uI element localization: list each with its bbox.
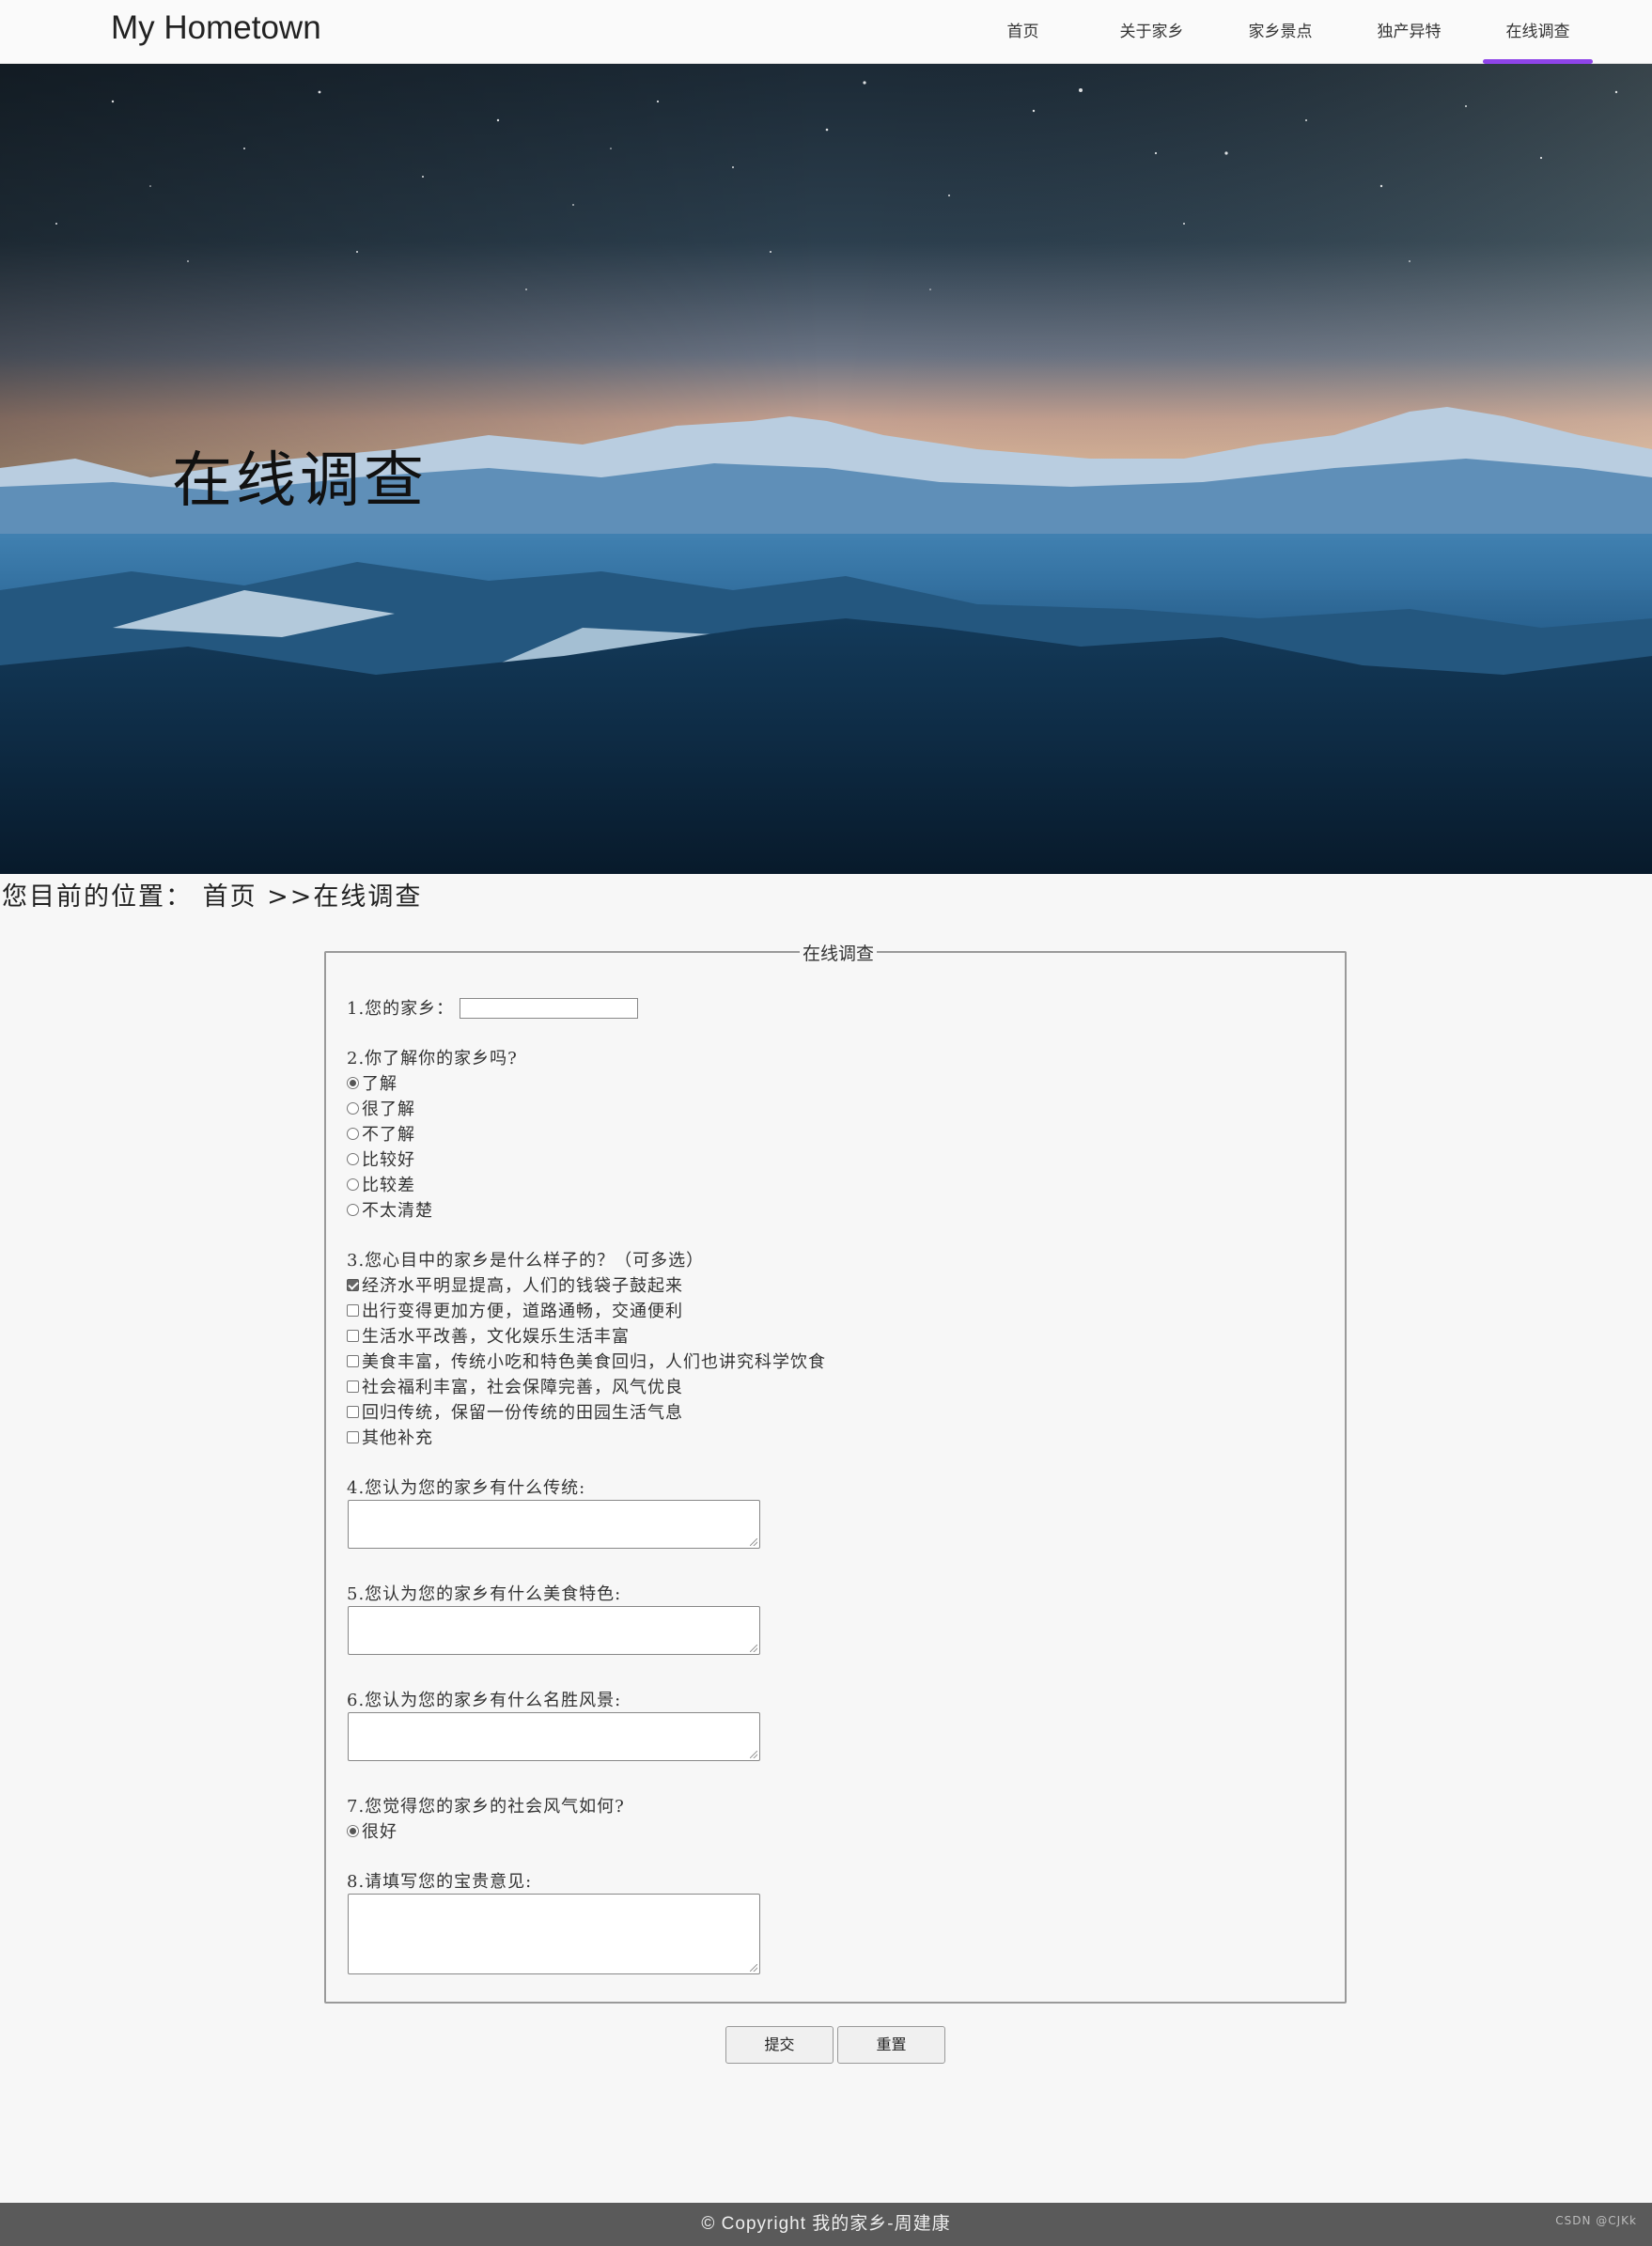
- checkbox[interactable]: [347, 1380, 359, 1393]
- radio-button[interactable]: [347, 1076, 359, 1089]
- main-nav: 首页 关于家乡 家乡景点 独产异特 在线调查: [958, 0, 1602, 64]
- scenery-textarea[interactable]: [348, 1712, 760, 1761]
- radio-button[interactable]: [347, 1152, 359, 1165]
- hometown-input[interactable]: [460, 998, 638, 1019]
- q2-option[interactable]: 不了解: [347, 1121, 415, 1146]
- survey-legend: 在线调查: [800, 940, 878, 965]
- nav-item-home[interactable]: 首页: [958, 0, 1087, 64]
- checkbox[interactable]: [347, 1303, 359, 1317]
- radio-button[interactable]: [347, 1824, 359, 1837]
- site-logo[interactable]: My Hometown: [111, 9, 321, 47]
- reset-button[interactable]: 重置: [837, 2026, 945, 2064]
- q1-label: 1.您的家乡：: [347, 999, 455, 1019]
- q2-label: 2.你了解你的家乡吗?: [347, 1049, 518, 1068]
- footer: © Copyright 我的家乡-周建康 CSDN @CJKk: [0, 2203, 1652, 2246]
- nav-item-survey[interactable]: 在线调查: [1473, 0, 1602, 64]
- q3-option[interactable]: 社会福利丰富，社会保障完善，风气优良: [347, 1374, 683, 1398]
- q2-option[interactable]: 比较好: [347, 1146, 415, 1171]
- q7-label: 7.您觉得您的家乡的社会风气如何?: [347, 1797, 625, 1817]
- opinion-textarea[interactable]: [348, 1894, 760, 1974]
- q2-option[interactable]: 不太清楚: [347, 1197, 433, 1222]
- radio-button[interactable]: [347, 1127, 359, 1140]
- nav-item-about[interactable]: 关于家乡: [1087, 0, 1216, 64]
- radio-button[interactable]: [347, 1178, 359, 1191]
- checkbox[interactable]: [347, 1278, 359, 1291]
- q4-label: 4.您认为您的家乡有什么传统:: [347, 1478, 586, 1498]
- submit-button[interactable]: 提交: [725, 2026, 834, 2064]
- q6-label: 6.您认为您的家乡有什么名胜风景:: [347, 1691, 622, 1710]
- traditions-textarea[interactable]: [348, 1500, 760, 1549]
- q5-label: 5.您认为您的家乡有什么美食特色:: [347, 1584, 622, 1604]
- q3-option[interactable]: 回归传统，保留一份传统的田园生活气息: [347, 1399, 683, 1424]
- hero-title: 在线调查: [172, 446, 428, 516]
- checkbox[interactable]: [347, 1329, 359, 1342]
- q3-option[interactable]: 经济水平明显提高，人们的钱袋子鼓起来: [347, 1272, 683, 1297]
- survey-fieldset: 在线调查 1.您的家乡： 2.你了解你的家乡吗? 了解 很了解 不了解 比较好 …: [324, 940, 1347, 2004]
- breadcrumb: 您目前的位置： 首页 >>在线调查: [2, 882, 423, 912]
- q3-option[interactable]: 生活水平改善，文化娱乐生活丰富: [347, 1323, 630, 1348]
- q2-option[interactable]: 很了解: [347, 1096, 415, 1120]
- q2-option[interactable]: 比较差: [347, 1172, 415, 1196]
- copyright-text: © Copyright 我的家乡-周建康: [701, 2214, 951, 2234]
- q3-option[interactable]: 出行变得更加方便，道路通畅，交通便利: [347, 1298, 683, 1322]
- checkbox[interactable]: [347, 1405, 359, 1418]
- q3-option[interactable]: 美食丰富，传统小吃和特色美食回归，人们也讲究科学饮食: [347, 1349, 826, 1373]
- food-textarea[interactable]: [348, 1606, 760, 1655]
- nav-item-specialties[interactable]: 独产异特: [1345, 0, 1473, 64]
- watermark: CSDN @CJKk: [1555, 2214, 1637, 2227]
- q3-option[interactable]: 其他补充: [347, 1425, 433, 1449]
- hero-banner: 在线调查: [0, 64, 1652, 874]
- top-navbar: My Hometown 首页 关于家乡 家乡景点 独产异特 在线调查: [0, 0, 1652, 64]
- radio-button[interactable]: [347, 1203, 359, 1216]
- checkbox[interactable]: [347, 1354, 359, 1367]
- q3-label: 3.您心目中的家乡是什么样子的？（可多选）: [347, 1251, 705, 1271]
- checkbox[interactable]: [347, 1430, 359, 1443]
- nav-item-attractions[interactable]: 家乡景点: [1216, 0, 1345, 64]
- q7-option[interactable]: 很好: [347, 1818, 397, 1843]
- radio-button[interactable]: [347, 1101, 359, 1115]
- q8-label: 8.请填写您的宝贵意见:: [347, 1872, 533, 1892]
- q2-option[interactable]: 了解: [347, 1070, 397, 1095]
